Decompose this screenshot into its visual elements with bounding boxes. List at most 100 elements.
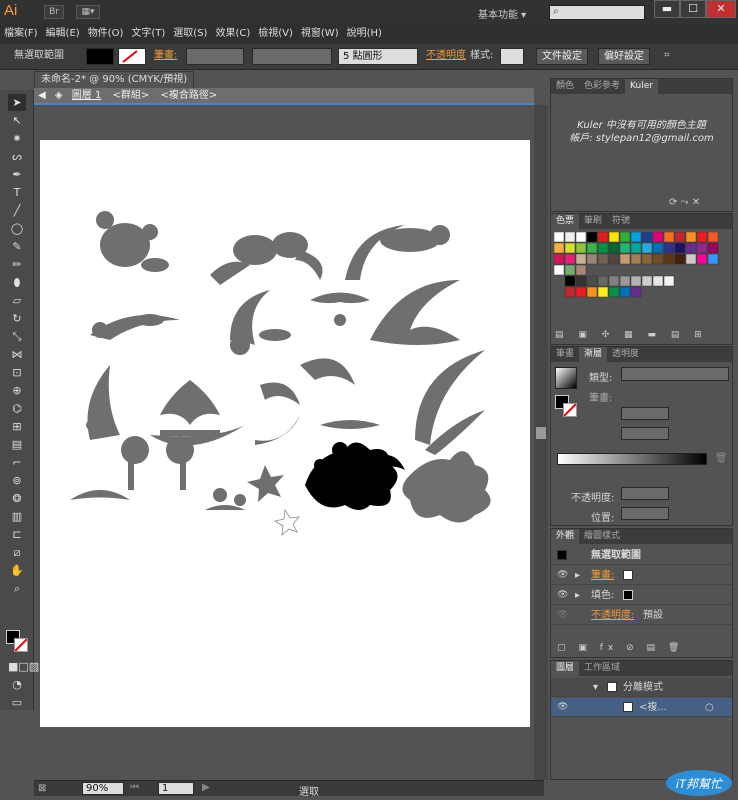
menu-object[interactable]: 物件(O)	[84, 24, 128, 44]
appearance-stroke-row[interactable]: 👁 ▸ 筆畫:	[551, 566, 732, 585]
color-mode-icon[interactable]: ■□▨	[8, 658, 39, 675]
menu-window[interactable]: 視窗(W)	[297, 24, 343, 44]
search-input[interactable]: ⌕	[549, 5, 645, 20]
gradient-preview[interactable]	[555, 367, 577, 389]
stroke-swatch[interactable]	[14, 638, 28, 652]
stroke-weight-field[interactable]	[186, 48, 244, 65]
stroke-color-swatch[interactable]	[118, 48, 146, 65]
appearance-panel-icons[interactable]: ▢ ▣ fx ⊘ ▤ 🗑	[557, 643, 684, 653]
menu-help[interactable]: 說明(H)	[343, 24, 386, 44]
close-button[interactable]: ✕	[706, 0, 736, 18]
swatch-grid[interactable]	[553, 231, 729, 320]
line-tool-icon[interactable]: ╱	[8, 202, 26, 219]
zoom-tool-icon[interactable]: ⌕	[8, 580, 26, 597]
eye-icon[interactable]: 👁	[557, 586, 568, 605]
swatch-panel-icons[interactable]: ▤ ▣ ✣ ▦ ▬ ▤ ⊞	[555, 330, 708, 340]
blob-brush-icon[interactable]: ⬮	[8, 274, 26, 291]
appearance-stroke-label[interactable]: 筆畫:	[591, 566, 614, 585]
shape-builder-icon[interactable]: ⊕	[8, 382, 26, 399]
restore-button[interactable]: ☐	[680, 0, 706, 18]
menu-edit[interactable]: 編輯(E)	[42, 24, 84, 44]
artboard[interactable]	[40, 140, 530, 727]
breadcrumb-path[interactable]: <複合路徑>	[160, 90, 217, 101]
arrange-documents-icon[interactable]: ▦▾	[76, 5, 100, 19]
layer-name[interactable]: 分離模式	[623, 678, 663, 697]
gradient-ratio-field[interactable]	[621, 427, 669, 440]
gradient-angle-field[interactable]	[621, 407, 669, 420]
document-tab[interactable]: 未命名-2* @ 90% (CMYK/預視) ×	[34, 71, 194, 100]
appearance-fill-swatch[interactable]	[623, 590, 633, 600]
next-page-icon[interactable]: ▶	[202, 782, 210, 793]
gradient-tool-icon[interactable]: ▤	[8, 436, 26, 453]
tab-transparency[interactable]: 透明度	[607, 347, 644, 362]
free-transform-icon[interactable]: ⊡	[8, 364, 26, 381]
appearance-opacity-label[interactable]: 不透明度:	[591, 606, 634, 625]
tab-symbols[interactable]: 符號	[607, 214, 635, 229]
direct-selection-tool-icon[interactable]: ↖	[8, 112, 26, 129]
blend-tool-icon[interactable]: ⊚	[8, 472, 26, 489]
tab-color-guide[interactable]: 色彩參考	[579, 79, 625, 94]
screen-mode-icon[interactable]: ▭	[8, 694, 26, 711]
rotate-tool-icon[interactable]: ↻	[8, 310, 26, 327]
vertical-scrollbar[interactable]	[534, 105, 548, 780]
zoom-dropdown[interactable]: 90%	[82, 782, 124, 795]
gradient-slider[interactable]	[557, 453, 707, 465]
hand-tool-icon[interactable]: ✋	[8, 562, 26, 579]
tab-kuler[interactable]: Kuler	[625, 79, 658, 94]
workspace-switcher[interactable]: 基本功能 ▾	[478, 6, 526, 21]
style-dropdown[interactable]	[500, 48, 524, 65]
pencil-icon[interactable]: ✏	[8, 256, 26, 273]
tab-brushes[interactable]: 筆刷	[579, 214, 607, 229]
slice-tool-icon[interactable]: ⧄	[8, 544, 26, 561]
tab-appearance[interactable]: 外觀	[551, 529, 580, 544]
layer-row[interactable]: ▾ 分離模式	[551, 678, 732, 697]
gradient-opacity-field[interactable]	[621, 487, 669, 500]
paintbrush-icon[interactable]: ✎	[8, 238, 26, 255]
appearance-stroke-swatch[interactable]	[623, 570, 633, 580]
artboard-tool-icon[interactable]: ⊏	[8, 526, 26, 543]
symbol-sprayer-icon[interactable]: ❂	[8, 490, 26, 507]
bridge-icon[interactable]: Br	[44, 5, 64, 19]
first-page-icon[interactable]: ⏮	[130, 782, 139, 793]
ornament-artwork[interactable]	[40, 140, 530, 727]
appearance-opacity-row[interactable]: 👁 不透明度: 預設	[551, 606, 732, 625]
back-arrow-icon[interactable]: ◀	[38, 90, 46, 101]
opacity-label[interactable]: 不透明度	[426, 48, 466, 65]
brush-dropdown[interactable]: 5 點圓形	[338, 48, 418, 65]
column-graph-icon[interactable]: ▥	[8, 508, 26, 525]
magic-wand-icon[interactable]: ✷	[8, 130, 26, 147]
eraser-icon[interactable]: ▱	[8, 292, 26, 309]
page-dropdown[interactable]: 1	[158, 782, 194, 795]
trash-icon[interactable]: 🗑	[715, 453, 728, 464]
document-setup-button[interactable]: 文件設定	[536, 48, 588, 65]
width-tool-icon[interactable]: ⋈	[8, 346, 26, 363]
eye-icon[interactable]: 👁	[557, 698, 568, 717]
gradient-stroke-swatch[interactable]	[563, 403, 577, 417]
stroke-label[interactable]: 筆畫:	[154, 48, 177, 65]
minimize-button[interactable]: ▬	[654, 0, 680, 18]
tab-graphic-styles[interactable]: 繪圖樣式	[579, 529, 625, 544]
swatch-colors[interactable]	[553, 231, 729, 320]
tab-artboards[interactable]: 工作區域	[579, 661, 625, 676]
tab-layers[interactable]: 圖層	[551, 661, 580, 676]
fit-icon[interactable]: ⊠	[38, 783, 46, 794]
eye-icon[interactable]: 👁	[557, 606, 568, 625]
type-tool-icon[interactable]: T	[8, 184, 26, 201]
lasso-tool-icon[interactable]: ᔕ	[8, 148, 26, 165]
transform-icon[interactable]: ⌗	[664, 48, 670, 65]
sublayer-name[interactable]: <複...	[639, 698, 667, 717]
ellipse-tool-icon[interactable]: ◯	[8, 220, 26, 237]
tab-color[interactable]: 顏色	[551, 79, 579, 94]
eye-icon[interactable]: 👁	[557, 566, 568, 585]
expand-icon[interactable]: ▾	[593, 678, 598, 697]
gradient-position-field[interactable]	[621, 507, 669, 520]
variable-width-dropdown[interactable]	[252, 48, 332, 65]
target-icon[interactable]: ○	[705, 698, 714, 717]
selection-tool-icon[interactable]: ➤	[8, 94, 26, 111]
gradient-type-dropdown[interactable]	[621, 367, 729, 381]
drawing-mode-icon[interactable]: ◔	[8, 676, 26, 693]
menu-view[interactable]: 檢視(V)	[254, 24, 297, 44]
expand-icon[interactable]: ▸	[575, 566, 580, 585]
vertical-scroll-thumb[interactable]	[536, 427, 546, 439]
preferences-button[interactable]: 偏好設定	[598, 48, 650, 65]
